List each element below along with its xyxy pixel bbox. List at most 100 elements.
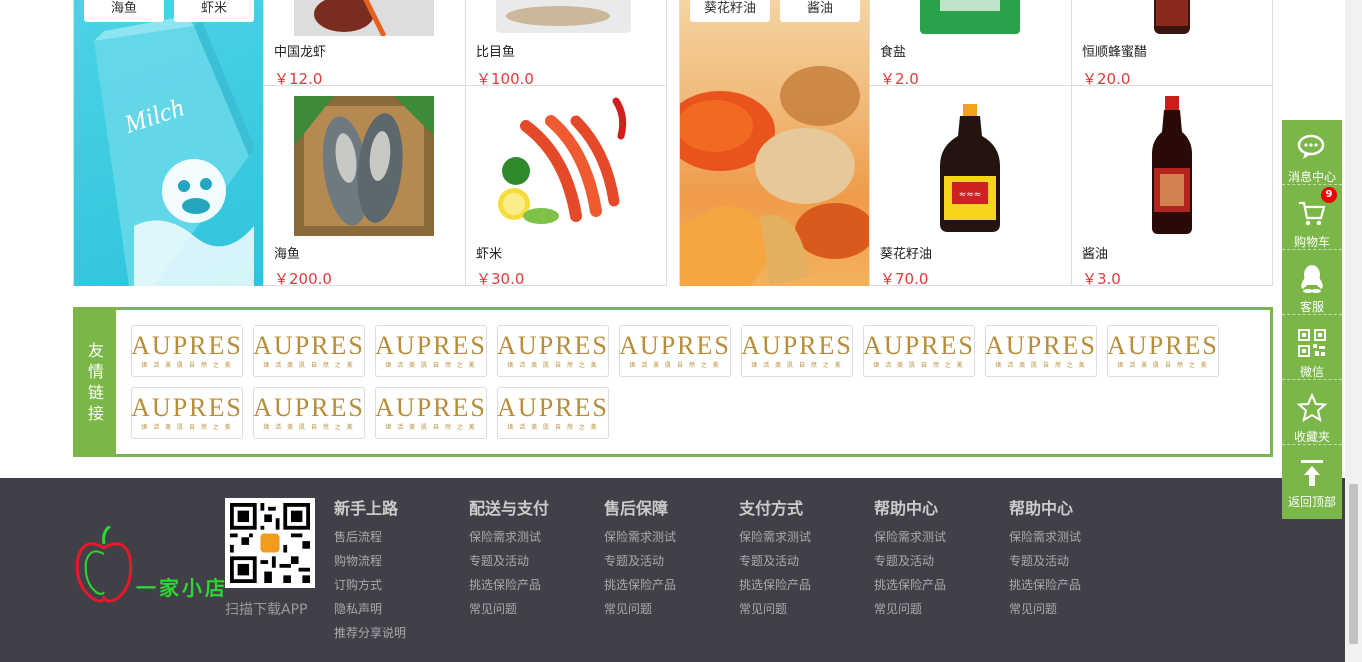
friend-link-logo[interactable]: AUPRES 焕 活 美 肌 自 然 之 美 <box>985 325 1097 377</box>
product-card[interactable]: 虾米 ￥30.0 <box>465 86 667 286</box>
scrollbar[interactable] <box>1345 0 1362 662</box>
friend-link-logo-sub: 焕 活 美 肌 自 然 之 美 <box>751 362 843 369</box>
side-toolbar-item[interactable]: 消息中心 <box>1282 120 1342 185</box>
side-toolbar-item[interactable]: 微信 <box>1282 315 1342 380</box>
product-name[interactable]: 葵花籽油 <box>880 243 932 262</box>
footer-link[interactable]: 专题及活动 <box>604 549 734 573</box>
friend-link-logo-sub: 焕 活 美 肌 自 然 之 美 <box>507 424 599 431</box>
product-name[interactable]: 恒顺蜂蜜醋 <box>1082 41 1147 60</box>
footer-column: 帮助中心 保险需求测试 专题及活动 挑选保险产品 常见问题 <box>874 499 1004 621</box>
footer-link[interactable]: 专题及活动 <box>874 549 1004 573</box>
banner-tag[interactable]: 虾米 <box>174 0 254 22</box>
friend-link-logo[interactable]: AUPRES 焕 活 美 肌 自 然 之 美 <box>375 387 487 439</box>
product-card[interactable]: ≈≈≈ 葵花籽油 ￥70.0 <box>869 86 1071 286</box>
friend-link-logo[interactable]: AUPRES 焕 活 美 肌 自 然 之 美 <box>619 325 731 377</box>
footer-link[interactable]: 常见问题 <box>604 597 734 621</box>
footer-link[interactable]: 挑选保险产品 <box>1009 573 1139 597</box>
footer-link[interactable]: 挑选保险产品 <box>874 573 1004 597</box>
friend-link-logo[interactable]: AUPRES 焕 活 美 肌 自 然 之 美 <box>375 325 487 377</box>
product-grid: 中国龙虾 ￥12.0 比目鱼 ￥100.0 海鱼 ￥200.0 虾米 ￥30.0 <box>263 0 667 286</box>
friend-link-logo[interactable]: AUPRES 焕 活 美 肌 自 然 之 美 <box>497 325 609 377</box>
side-toolbar-item[interactable]: 收藏夹 <box>1282 380 1342 445</box>
friend-link-logo-text: AUPRES <box>375 331 487 360</box>
product-name[interactable]: 食盐 <box>880 41 906 60</box>
side-toolbar-label: 消息中心 <box>1287 170 1336 184</box>
banner-tag[interactable]: 海鱼 <box>84 0 164 22</box>
footer-link[interactable]: 专题及活动 <box>1009 549 1139 573</box>
footer-link[interactable]: 挑选保险产品 <box>604 573 734 597</box>
footer-link[interactable]: 挑选保险产品 <box>469 573 599 597</box>
friend-link-logo[interactable]: AUPRES 焕 活 美 肌 自 然 之 美 <box>863 325 975 377</box>
footer-link[interactable]: 购物流程 <box>334 549 464 573</box>
product-card[interactable]: 恒顺蜂蜜醋 ￥20.0 <box>1071 0 1273 86</box>
product-card[interactable]: 比目鱼 ￥100.0 <box>465 0 667 86</box>
friend-link-logo-sub: 焕 活 美 肌 自 然 之 美 <box>995 362 1087 369</box>
footer-link[interactable]: 售后流程 <box>334 525 464 549</box>
footer-link[interactable]: 隐私声明 <box>334 597 464 621</box>
product-floor-condiments: 葵花籽油 酱油 食盐 ￥2.0 恒顺蜂蜜醋 ￥20.0 ≈≈≈ 葵花籽油 ￥70… <box>679 0 1273 286</box>
side-toolbar-item[interactable]: 客服 <box>1282 250 1342 315</box>
product-image <box>498 97 627 224</box>
side-toolbar-item[interactable]: 返回顶部 <box>1282 445 1342 510</box>
product-price: ￥100.0 <box>476 70 534 86</box>
product-name[interactable]: 酱油 <box>1082 243 1108 262</box>
scrollbar-thumb[interactable] <box>1349 484 1358 644</box>
apple-logo-icon <box>75 524 133 603</box>
friend-link-logo[interactable]: AUPRES 焕 活 美 肌 自 然 之 美 <box>741 325 853 377</box>
footer-column: 配送与支付 保险需求测试 专题及活动 挑选保险产品 常见问题 <box>469 499 599 621</box>
product-image <box>294 96 434 236</box>
friend-link-logo[interactable]: AUPRES 焕 活 美 肌 自 然 之 美 <box>253 387 365 439</box>
product-price: ￥30.0 <box>476 270 525 286</box>
footer-column-title: 支付方式 <box>739 499 804 518</box>
friend-link-logo-text: AUPRES <box>985 331 1097 360</box>
footer-link[interactable]: 推荐分享说明 <box>334 621 464 645</box>
product-price: ￥3.0 <box>1082 270 1121 286</box>
floor-banner-milk[interactable]: Milch 海鱼 虾米 <box>74 0 263 286</box>
floor-banner-spices[interactable]: 葵花籽油 酱油 <box>680 0 869 286</box>
footer-link[interactable]: 保险需求测试 <box>469 525 599 549</box>
product-image <box>1152 96 1192 234</box>
friend-link-logo-sub: 焕 活 美 肌 自 然 之 美 <box>141 362 233 369</box>
footer-link[interactable]: 保险需求测试 <box>1009 525 1139 549</box>
product-name[interactable]: 中国龙虾 <box>274 41 326 60</box>
product-floor-seafood: Milch 海鱼 虾米 中国龙虾 ￥12.0 比目鱼 ￥100.0 海鱼 ￥20… <box>73 0 667 286</box>
friend-link-logo[interactable]: AUPRES 焕 活 美 肌 自 然 之 美 <box>1107 325 1219 377</box>
footer-link[interactable]: 常见问题 <box>469 597 599 621</box>
product-name[interactable]: 海鱼 <box>274 243 300 262</box>
qrcode-image <box>230 503 310 583</box>
product-image: ≈≈≈ <box>940 104 1000 232</box>
friend-link-logo[interactable]: AUPRES 焕 活 美 肌 自 然 之 美 <box>497 387 609 439</box>
footer-link[interactable]: 订购方式 <box>334 573 464 597</box>
side-toolbar-item[interactable]: 购物车 9 <box>1282 185 1342 250</box>
product-card[interactable]: 酱油 ￥3.0 <box>1071 86 1273 286</box>
footer-link[interactable]: 保险需求测试 <box>604 525 734 549</box>
product-card[interactable]: 中国龙虾 ￥12.0 <box>263 0 465 86</box>
friend-link-logo-text: AUPRES <box>253 331 365 360</box>
banner-tag[interactable]: 酱油 <box>780 0 860 22</box>
footer-link[interactable]: 常见问题 <box>739 597 869 621</box>
site-logo[interactable]: 一家小店 <box>74 524 234 606</box>
footer-link[interactable]: 专题及活动 <box>469 549 599 573</box>
friend-link-logo[interactable]: AUPRES 焕 活 美 肌 自 然 之 美 <box>253 325 365 377</box>
friend-link-logo-text: AUPRES <box>741 331 853 360</box>
friend-link-logo[interactable]: AUPRES 焕 活 美 肌 自 然 之 美 <box>131 325 243 377</box>
footer-column-title: 帮助中心 <box>1009 499 1074 518</box>
footer-link[interactable]: 挑选保险产品 <box>739 573 869 597</box>
friend-link-logo-sub: 焕 活 美 肌 自 然 之 美 <box>1117 362 1209 369</box>
footer-link[interactable]: 常见问题 <box>874 597 1004 621</box>
banner-tag[interactable]: 葵花籽油 <box>690 0 770 22</box>
footer-link[interactable]: 常见问题 <box>1009 597 1139 621</box>
product-card[interactable]: 海鱼 ￥200.0 <box>263 86 465 286</box>
footer-link[interactable]: 专题及活动 <box>739 549 869 573</box>
footer-link[interactable]: 保险需求测试 <box>874 525 1004 549</box>
milk-carton-image: Milch <box>94 16 254 286</box>
spices-image <box>680 66 869 286</box>
product-name[interactable]: 比目鱼 <box>476 41 515 60</box>
footer-link[interactable]: 保险需求测试 <box>739 525 869 549</box>
product-name[interactable]: 虾米 <box>476 243 502 262</box>
product-card[interactable]: 食盐 ￥2.0 <box>869 0 1071 86</box>
friend-link-logo[interactable]: AUPRES 焕 活 美 肌 自 然 之 美 <box>131 387 243 439</box>
cart-count-badge: 9 <box>1321 187 1337 203</box>
product-image <box>1154 0 1190 34</box>
product-price: ￥12.0 <box>274 70 323 86</box>
